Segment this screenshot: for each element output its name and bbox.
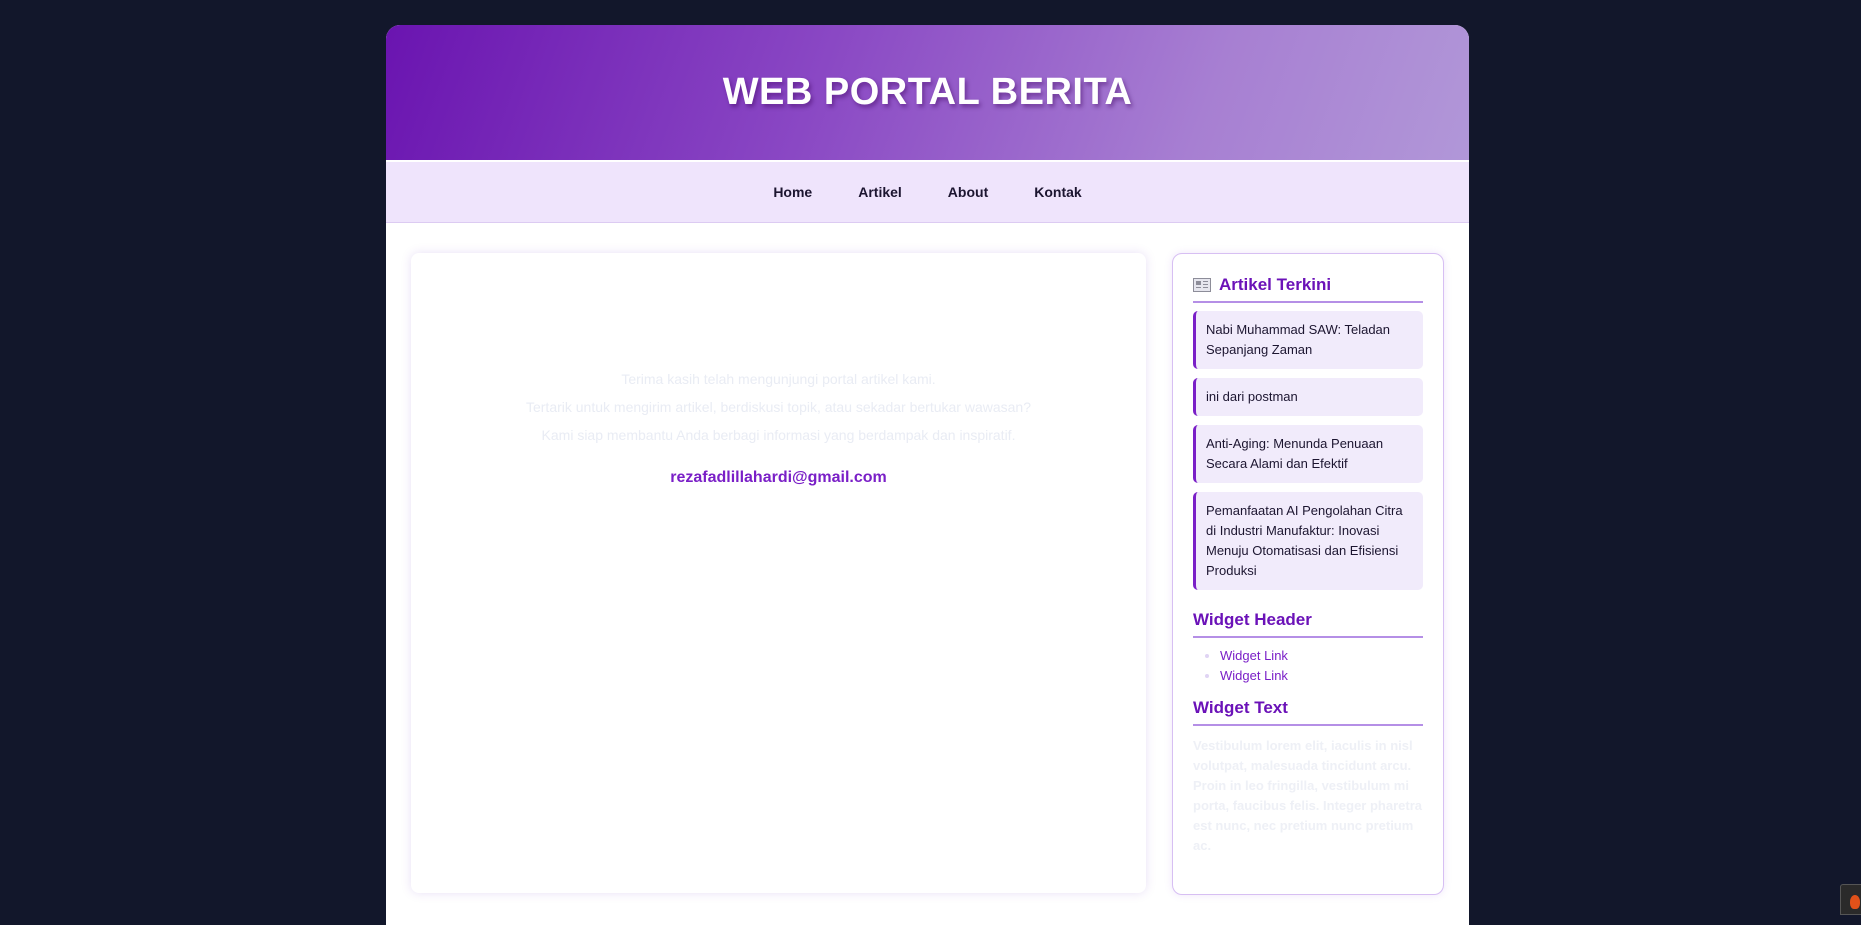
recent-article-item[interactable]: Pemanfaatan AI Pengolahan Citra di Indus… [1193,492,1423,590]
contact-message-line: Kami siap membantu Anda berbagi informas… [541,427,1016,443]
nav-kontak[interactable]: Kontak [1011,184,1104,200]
widget-header-heading: Widget Header [1193,610,1423,638]
corner-app-icon[interactable] [1840,884,1861,915]
sidebar: Artikel Terkini Nabi Muhammad SAW: Telad… [1172,253,1444,895]
page-container: WEB PORTAL BERITA Home Artikel About Kon… [386,25,1469,925]
recent-article-item[interactable]: Anti-Aging: Menunda Penuaan Secara Alami… [1193,425,1423,483]
widget-header-title: Widget Header [1193,610,1312,629]
widget-text-heading: Widget Text [1193,698,1423,726]
recent-articles-list: Nabi Muhammad SAW: Teladan Sepanjang Zam… [1193,311,1423,590]
newspaper-icon [1193,278,1211,292]
nav-home[interactable]: Home [750,184,835,200]
list-item: Widget Link [1220,666,1423,686]
recent-articles-title: Artikel Terkini [1219,275,1332,294]
widget-link[interactable]: Widget Link [1220,668,1288,683]
site-header: WEB PORTAL BERITA [386,25,1469,162]
main-nav: Home Artikel About Kontak [386,162,1469,223]
nav-about[interactable]: About [925,184,1011,200]
widget-text-title: Widget Text [1193,698,1288,717]
nav-artikel[interactable]: Artikel [835,184,925,200]
contact-card: Terima kasih telah mengunjungi portal ar… [411,253,1146,893]
recent-articles-heading: Artikel Terkini [1193,275,1423,303]
widget-link-list: Widget Link Widget Link [1193,646,1423,686]
contact-email-link[interactable]: rezafadlillahardi@gmail.com [411,469,1146,487]
contact-message: Terima kasih telah mengunjungi portal ar… [411,365,1146,449]
list-item: Widget Link [1220,646,1423,666]
widget-text-body: Vestibulum lorem elit, iaculis in nisl v… [1193,738,1422,853]
site-title: WEB PORTAL BERITA [722,71,1133,113]
contact-message-line: Terima kasih telah mengunjungi portal ar… [621,371,936,387]
recent-article-item[interactable]: Nabi Muhammad SAW: Teladan Sepanjang Zam… [1193,311,1423,369]
contact-message-line: Tertarik untuk mengirim artikel, berdisk… [525,399,1031,415]
recent-article-item[interactable]: ini dari postman [1193,378,1423,416]
widget-link[interactable]: Widget Link [1220,648,1288,663]
flame-icon [1850,895,1860,909]
